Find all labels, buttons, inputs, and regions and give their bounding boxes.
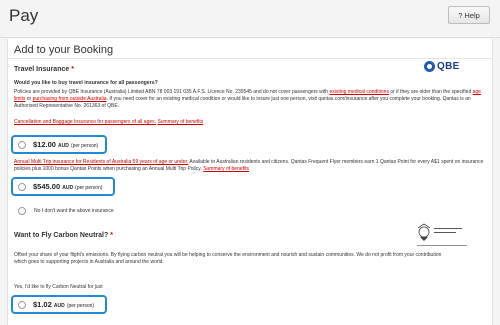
help-label: Help — [464, 10, 480, 20]
carbon-option[interactable]: $1.02 AUD (per person) — [11, 295, 107, 314]
price-insurance-545: $545.00 AUD (per person) — [33, 182, 103, 191]
policy-text-2: or if they are older than the specified — [390, 89, 472, 95]
insurance-option-545[interactable]: $545.00 AUD (per person) — [11, 177, 115, 196]
help-button[interactable]: ? Help — [448, 6, 490, 24]
multi-trip-link[interactable]: Annual Multi Trip insurance for Resident… — [14, 159, 188, 165]
radio-insurance-545[interactable] — [18, 182, 26, 191]
cancellation-baggage-link[interactable]: Cancellation and Baggage Insurance for p… — [14, 119, 156, 125]
summary-of-benefits-link[interactable]: Summary of benefits — [157, 119, 203, 125]
policy-text-3: or — [26, 96, 32, 103]
top-bar: Pay ? Help — [0, 0, 500, 38]
price-carbon: $1.02 AUD (per person) — [33, 300, 95, 309]
existing-medical-conditions-link[interactable]: existing medical conditions — [329, 89, 388, 95]
decline-insurance-label: No I don't want the above insurance — [34, 208, 114, 214]
carbon-yes-label: Yes, I'd like to fly Carbon Neutral for … — [14, 284, 103, 290]
price-insurance-12: $12.00 AUD (per person) — [33, 140, 99, 149]
radio-decline-insurance[interactable] — [18, 207, 26, 215]
insurance-option-12[interactable]: $12.00 AUD (per person) — [11, 135, 107, 154]
multi-trip-text: Annual Multi Trip insurance for Resident… — [14, 159, 486, 173]
qbe-logo-icon — [424, 61, 435, 72]
carbon-description: Offset your share of your flight's emiss… — [14, 252, 442, 266]
radio-carbon[interactable] — [18, 300, 26, 309]
decline-insurance-option[interactable]: No I don't want the above insurance — [18, 207, 114, 215]
carbon-required-mark: * — [110, 232, 113, 239]
carbon-heading: Want to Fly Carbon Neutral? * — [14, 232, 113, 239]
section-divider — [7, 58, 493, 59]
policy-text-1: Policies are provided by QBE Insurance (… — [14, 89, 329, 95]
page-title: Pay — [9, 6, 39, 25]
purchasing-outside-australia-link[interactable]: purchasing from outside Australia — [33, 96, 107, 102]
travel-insurance-heading: Travel Insurance * — [14, 66, 74, 73]
required-mark: * — [71, 66, 74, 73]
travel-insurance-heading-text: Travel Insurance — [14, 66, 70, 73]
question-icon: ? — [458, 10, 463, 20]
qbe-logo: QBE — [424, 61, 460, 72]
section-title: Add to your Booking — [14, 44, 114, 56]
insurance-policy-text: Policies are provided by QBE Insurance (… — [14, 89, 484, 111]
cancellation-links: Cancellation and Baggage Insurance for p… — [14, 119, 203, 125]
insurance-question: Would you like to buy travel insurance f… — [14, 80, 158, 86]
radio-insurance-12[interactable] — [18, 140, 26, 149]
carbon-heading-text: Want to Fly Carbon Neutral? — [14, 232, 109, 239]
government-crest-logo — [412, 222, 472, 250]
qbe-logo-text: QBE — [437, 61, 460, 72]
multi-trip-summary-link[interactable]: Summary of benefits — [203, 166, 249, 172]
